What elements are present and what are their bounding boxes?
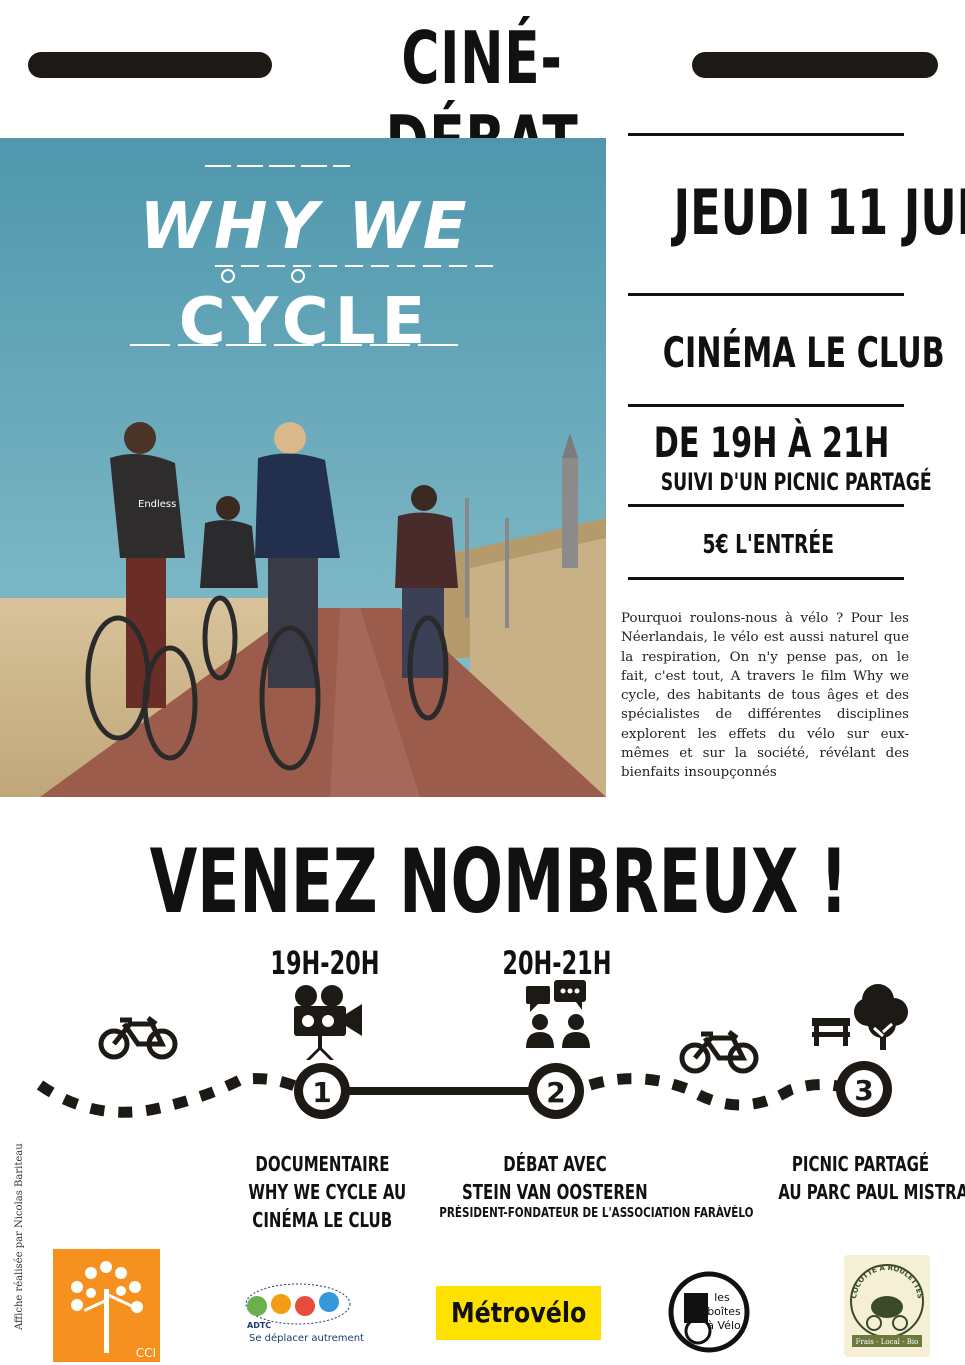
divider [628,404,904,407]
event-followup: SUIVI D'UN PICNIC PARTAGÉ [660,468,932,496]
adtc-logo: ADTC Se déplacer autrement [243,1278,364,1348]
event-venue: CINÉMA LE CLUB [662,328,945,377]
svg-text:Endless: Endless [138,499,176,510]
bicycle-icon [679,1030,759,1074]
divider [628,577,904,580]
header-bar-left [28,52,272,78]
event-hours: DE 19H À 21H [653,418,890,467]
poster-credit: Affiche réalisée par Nicolas Bariteau [14,1143,25,1330]
divider [628,293,904,296]
svg-text:boîtes: boîtes [707,1305,741,1318]
event-date: JEUDI 11 JUIN [673,176,965,249]
svg-text:ADTC: ADTC [247,1321,271,1330]
film-description: Pourquoi roulons-nous à vélo ? Pour les … [621,611,909,781]
step-marker-1: 1 [294,1063,350,1119]
step-description-1: DOCUMENTAIRE WHY WE CYCLE AU CINÉMA LE C… [248,1152,407,1232]
event-price: 5€ L'ENTRÉE [702,530,834,560]
step-description-3: PICNIC PARTAGÉ AU PARC PAUL MISTRAL [778,1152,965,1204]
svg-text:à Vélo: à Vélo [707,1319,741,1332]
movie-camera-icon [294,985,362,1060]
metrovelo-logo: Métrovélo [436,1286,601,1340]
svg-text:2: 2 [546,1076,565,1109]
svg-text:WHY WE: WHY WE [139,190,470,264]
svg-text:COCOTTE A ROULETTES: COCOTTE A ROULETTES [850,1264,924,1299]
svg-text:CYCLE: CYCLE [179,285,432,359]
bicycle-icon [98,1016,178,1060]
svg-text:3: 3 [854,1074,873,1107]
boites-a-velo-logo: les boîtes à Vélo [668,1271,750,1353]
cocotte-a-roulettes-logo: COCOTTE A ROULETTES Frais - Local - Bio [844,1255,930,1357]
cci-logo: CCI [53,1249,160,1362]
svg-text:1: 1 [312,1076,331,1109]
header-bar-right [692,52,938,78]
svg-text:Frais - Local - Bio: Frais - Local - Bio [856,1338,919,1346]
svg-text:les: les [714,1291,730,1304]
divider [628,133,904,136]
step-marker-2: 2 [528,1063,584,1119]
divider [628,504,904,507]
discussion-icon [526,980,590,1048]
film-poster-image: WHY WE CYCLE Endless [0,138,606,797]
bench-tree-icon [812,984,908,1050]
call-to-action: VENEZ NOMBREUX ! [149,830,848,933]
step-marker-3: 3 [836,1061,892,1117]
timeline-graphic: 1 2 3 [36,980,908,1119]
step-description-2: DÉBAT AVEC STEIN VAN OOSTEREN PRÉSIDENT-… [439,1152,754,1221]
